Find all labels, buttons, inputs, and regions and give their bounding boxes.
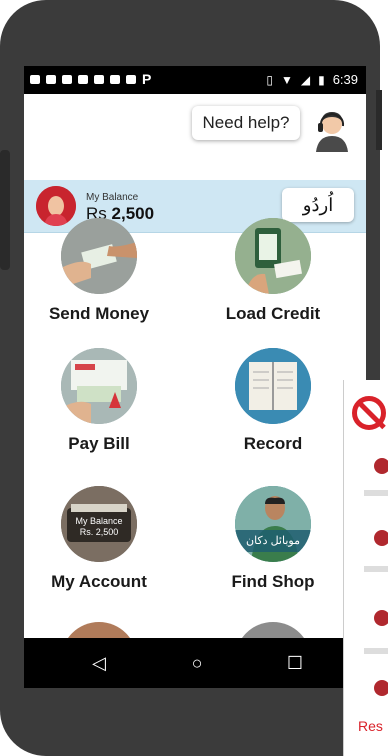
divider bbox=[364, 490, 388, 496]
signal-icon: ◢ bbox=[300, 72, 311, 87]
nav-bar: ◁ ○ ☐ bbox=[24, 638, 366, 688]
tile-pay-bill[interactable]: Pay Bill bbox=[24, 348, 174, 454]
find-shop-sign: موبائل دکان bbox=[245, 535, 300, 547]
balance-label: My Balance bbox=[86, 192, 139, 203]
help-button[interactable]: Need help? bbox=[192, 106, 300, 140]
app-screen: P ▯ ▼ ◢ ▮ 6:39 Need help? My Balance Rs … bbox=[24, 66, 366, 688]
my-account-icon: My Balance Rs. 2,500 bbox=[61, 486, 137, 562]
divider bbox=[364, 566, 388, 572]
notification-icon bbox=[78, 75, 88, 84]
tile-label: Pay Bill bbox=[68, 434, 130, 453]
record-icon bbox=[235, 348, 311, 424]
list-item-icon bbox=[374, 530, 388, 546]
find-shop-icon: موبائل دکان bbox=[235, 486, 311, 562]
divider bbox=[364, 648, 388, 654]
battery-icon: ▮ bbox=[318, 72, 325, 87]
list-item-icon bbox=[374, 458, 388, 474]
clock: 6:39 bbox=[332, 72, 358, 87]
list-item-icon bbox=[374, 610, 388, 626]
prohibited-icon bbox=[352, 396, 386, 430]
vibrate-icon: ▯ bbox=[266, 72, 273, 87]
tile-my-account[interactable]: My Balance Rs. 2,500 My Account bbox=[24, 486, 174, 592]
status-icons: ▯ ▼ ◢ ▮ 6:39 bbox=[266, 72, 358, 87]
home-icon[interactable]: ○ bbox=[182, 648, 212, 678]
tile-load-credit[interactable]: Load Credit bbox=[198, 218, 348, 324]
account-balance-value: Rs. 2,500 bbox=[79, 527, 119, 537]
phone-side-button bbox=[0, 150, 10, 270]
wifi-icon: ▼ bbox=[280, 72, 293, 87]
notification-icon bbox=[46, 75, 56, 84]
notification-icon bbox=[62, 75, 72, 84]
recents-icon[interactable]: ☐ bbox=[280, 648, 310, 678]
notification-icon bbox=[126, 75, 136, 84]
phone-power-button bbox=[376, 90, 382, 150]
tile-label: Load Credit bbox=[225, 304, 321, 323]
tile-label: My Account bbox=[51, 572, 147, 591]
list-item-icon bbox=[374, 680, 388, 696]
language-label: اُردُو bbox=[302, 194, 334, 215]
p-icon: P bbox=[142, 71, 152, 87]
tile-send-money[interactable]: Send Money bbox=[24, 218, 174, 324]
support-agent-icon[interactable] bbox=[310, 108, 354, 152]
overlay-text: Res bbox=[358, 718, 383, 734]
back-icon[interactable]: ◁ bbox=[84, 648, 114, 678]
tile-label: Send Money bbox=[48, 304, 150, 323]
send-money-icon bbox=[61, 218, 137, 294]
tile-label: Record bbox=[243, 434, 303, 453]
language-toggle-button[interactable]: اُردُو bbox=[282, 188, 354, 222]
pay-bill-icon bbox=[61, 348, 137, 424]
status-bar: P ▯ ▼ ◢ ▮ 6:39 bbox=[24, 66, 366, 94]
notification-icon bbox=[110, 75, 120, 84]
load-credit-icon bbox=[235, 218, 311, 294]
notification-icon bbox=[94, 75, 104, 84]
overlay-panel: Res bbox=[343, 380, 388, 756]
account-balance-label: My Balance bbox=[75, 516, 123, 526]
tile-find-shop[interactable]: موبائل دکان Find Shop bbox=[198, 486, 348, 592]
tile-record[interactable]: Record bbox=[198, 348, 348, 454]
tile-label: Find Shop bbox=[231, 572, 315, 591]
help-label: Need help? bbox=[202, 113, 290, 132]
notification-icon bbox=[30, 75, 40, 84]
